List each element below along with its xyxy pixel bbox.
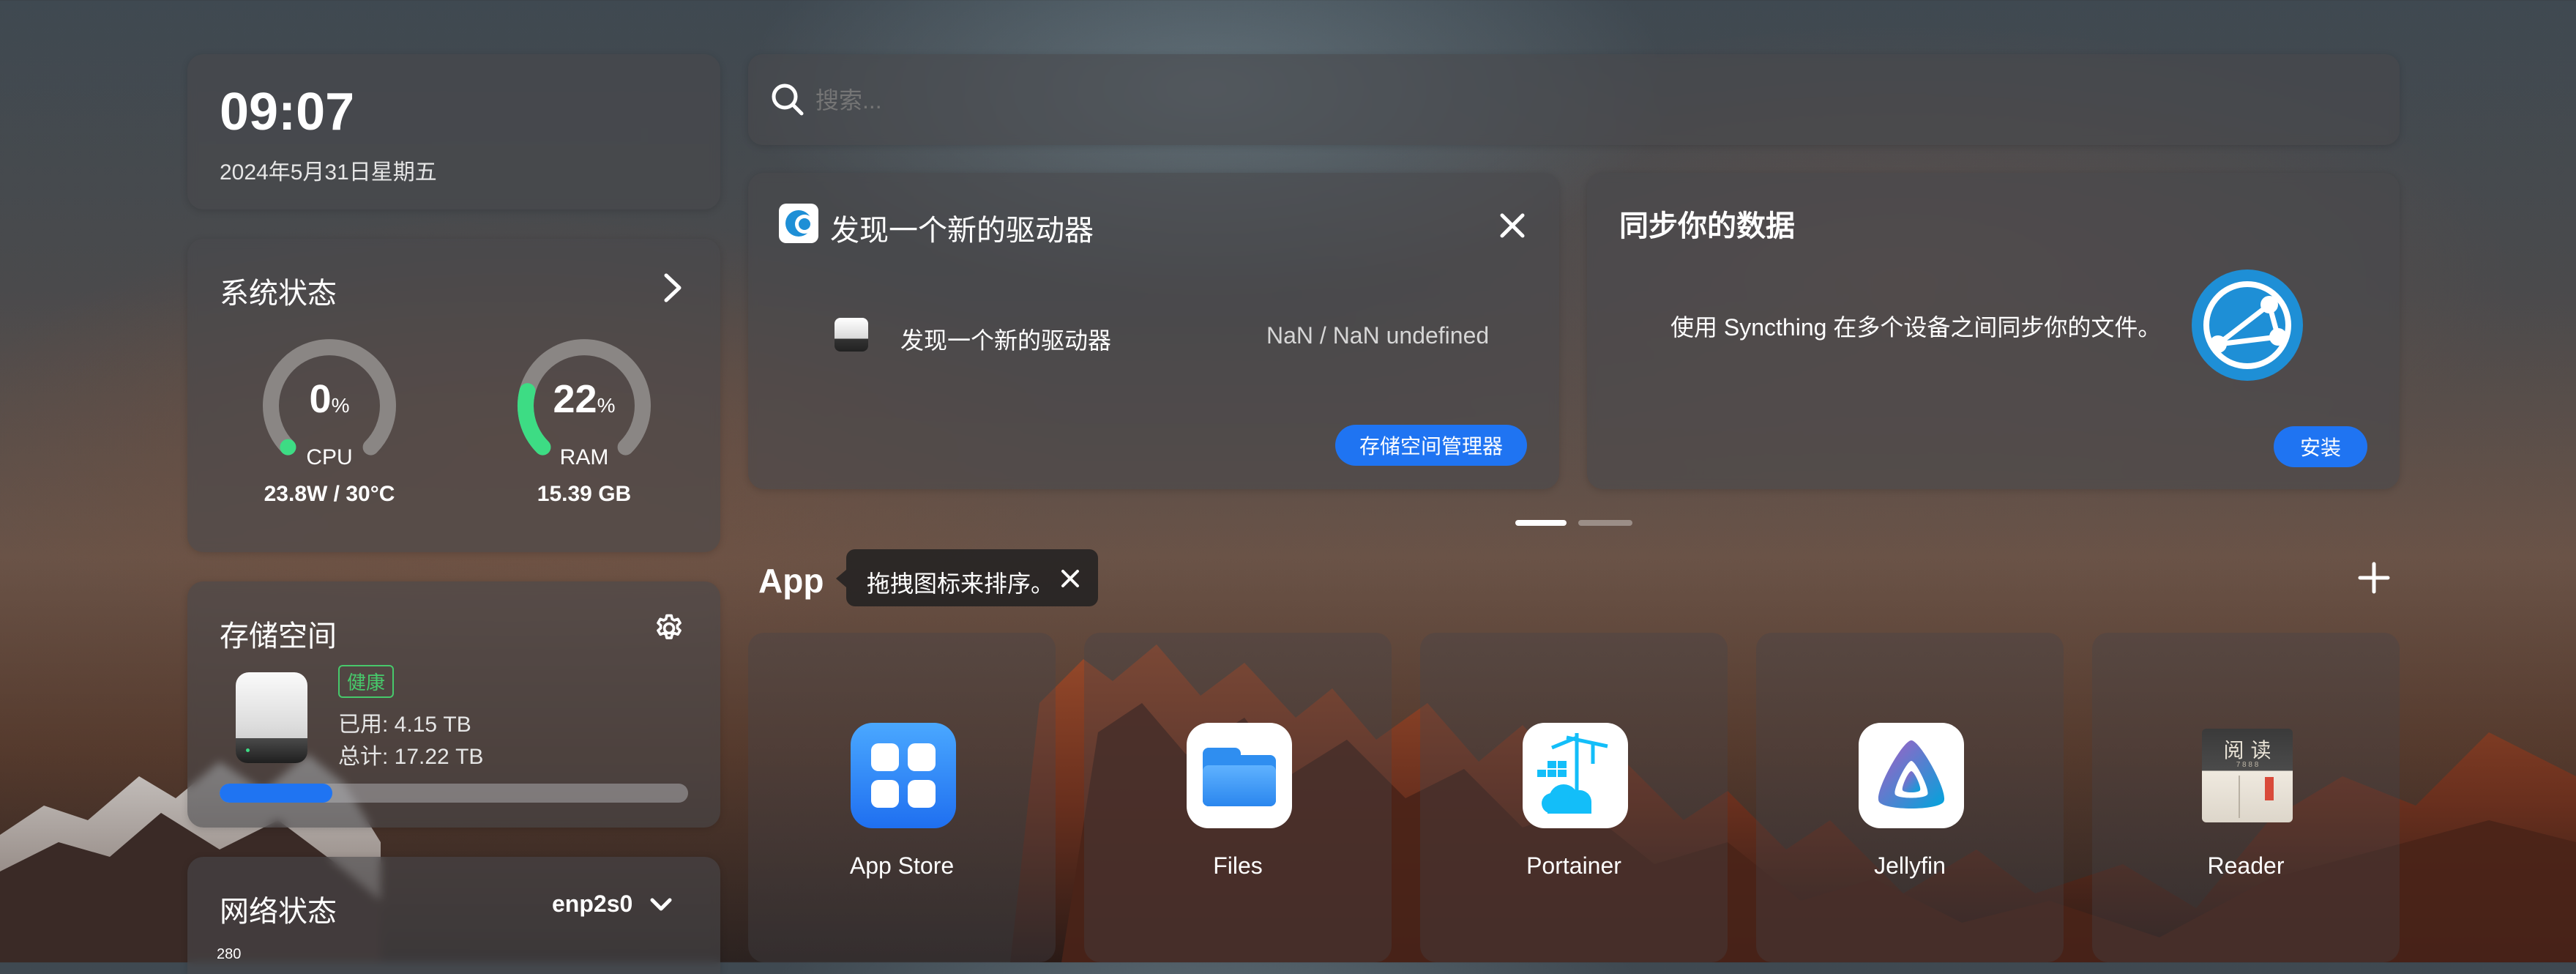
search-bar[interactable] — [748, 54, 2400, 145]
ram-label: RAM — [559, 445, 609, 469]
app-label: Jellyfin — [1874, 852, 1946, 879]
chevron-right-icon[interactable] — [659, 271, 685, 305]
network-title: 网络状态 — [220, 896, 337, 928]
storage-total: 总计: 17.22 TB — [338, 745, 484, 769]
drive-item[interactable]: 发现一个新的驱动器 NaN / NaN undefined — [835, 318, 1508, 354]
app-label: Reader — [2207, 852, 2285, 879]
new-drive-title: 发现一个新的驱动器 — [830, 215, 1094, 247]
chevron-down-icon — [650, 898, 672, 910]
ram-gauge: 22% RAM 15.39 GB — [504, 325, 665, 508]
sync-card: 同步你的数据 使用 Syncthing 在多个设备之间同步你的文件。 安装 — [1587, 173, 2400, 489]
files-icon — [1187, 723, 1292, 828]
network-interface-select[interactable]: enp2s0 — [552, 891, 673, 918]
new-drive-card: 发现一个新的驱动器 发现一个新的驱动器 NaN / NaN undefined … — [748, 173, 1559, 489]
ram-detail: 15.39 GB — [537, 482, 632, 506]
app-label: Portainer — [1526, 852, 1621, 879]
hard-drive-icon — [231, 672, 312, 766]
cpu-percent-unit: % — [331, 394, 350, 417]
jellyfin-icon — [1859, 723, 1964, 828]
cpu-label: CPU — [306, 445, 353, 469]
storage-usage-fill — [220, 784, 332, 803]
system-status-card: 系统状态 0% CPU 23.8W / 30°C 22% RAM 15.39 G… — [187, 239, 720, 552]
cpu-detail: 23.8W / 30°C — [264, 482, 395, 506]
reader-icon: 阅 读 7 8 8 8 — [2195, 723, 2300, 828]
app-label: App Store — [849, 852, 955, 879]
app-tile-files[interactable]: Files — [1084, 633, 1392, 962]
reorder-tooltip: 拖拽图标来排序。 — [836, 549, 1098, 606]
sync-description: 使用 Syncthing 在多个设备之间同步你的文件。 — [1670, 314, 2162, 341]
ram-percent-unit: % — [597, 394, 616, 417]
network-card: 网络状态 enp2s0 280 — [187, 857, 720, 974]
app-store-icon — [851, 723, 956, 828]
close-icon[interactable] — [1498, 211, 1527, 240]
app-tile-app-store[interactable]: App Store — [748, 633, 1056, 962]
reader-icon-subtitle: 7 8 8 8 — [2236, 761, 2259, 769]
storage-manager-button[interactable]: 存储空间管理器 — [1335, 425, 1527, 466]
add-app-icon[interactable] — [2357, 561, 2391, 595]
clock-date: 2024年5月31日星期五 — [220, 160, 437, 185]
app-tile-jellyfin[interactable]: Jellyfin — [1756, 633, 2064, 962]
reorder-tooltip-text: 拖拽图标来排序。 — [867, 570, 1055, 597]
drive-item-name: 发现一个新的驱动器 — [900, 327, 1112, 354]
tooltip-close-icon[interactable] — [1060, 568, 1080, 589]
syncthing-icon — [2192, 269, 2303, 381]
storage-used: 已用: 4.15 TB — [338, 713, 471, 737]
drive-item-size: NaN / NaN undefined — [1266, 322, 1490, 349]
clock-card: 09:07 2024年5月31日星期五 — [187, 54, 720, 209]
storage-usage-bar — [220, 784, 688, 803]
cpu-percent: 0 — [309, 377, 332, 421]
ram-percent: 22 — [553, 377, 597, 421]
reader-icon-title: 阅 读 — [2223, 738, 2271, 762]
health-badge: 健康 — [338, 665, 395, 698]
app-tile-reader[interactable]: 阅 读 7 8 8 8 Reader — [2092, 633, 2400, 962]
disk-icon — [835, 318, 868, 352]
storage-card: 存储空间 健康 已用: 4.15 TB 总计: 17.22 TB — [187, 581, 720, 828]
system-status-title: 系统状态 — [220, 278, 337, 310]
carousel-indicator-active[interactable] — [1515, 520, 1567, 526]
storage-title: 存储空间 — [220, 620, 337, 653]
app-tile-portainer[interactable]: Portainer — [1420, 633, 1728, 962]
search-input[interactable] — [814, 79, 2354, 122]
app-label: Files — [1213, 852, 1263, 879]
carousel-indicator[interactable] — [1578, 520, 1632, 526]
apps-section-title: App — [758, 562, 824, 600]
cpu-gauge: 0% CPU 23.8W / 30°C — [249, 325, 410, 508]
network-interface-label: enp2s0 — [552, 891, 633, 917]
install-button[interactable]: 安装 — [2274, 426, 2367, 467]
drive-app-icon — [779, 204, 818, 243]
sync-title: 同步你的数据 — [1619, 210, 1795, 242]
gear-icon[interactable] — [653, 612, 685, 644]
search-icon — [772, 83, 804, 116]
portainer-icon — [1523, 723, 1628, 828]
clock-time: 09:07 — [220, 83, 355, 141]
network-axis-label: 280 — [217, 946, 242, 962]
